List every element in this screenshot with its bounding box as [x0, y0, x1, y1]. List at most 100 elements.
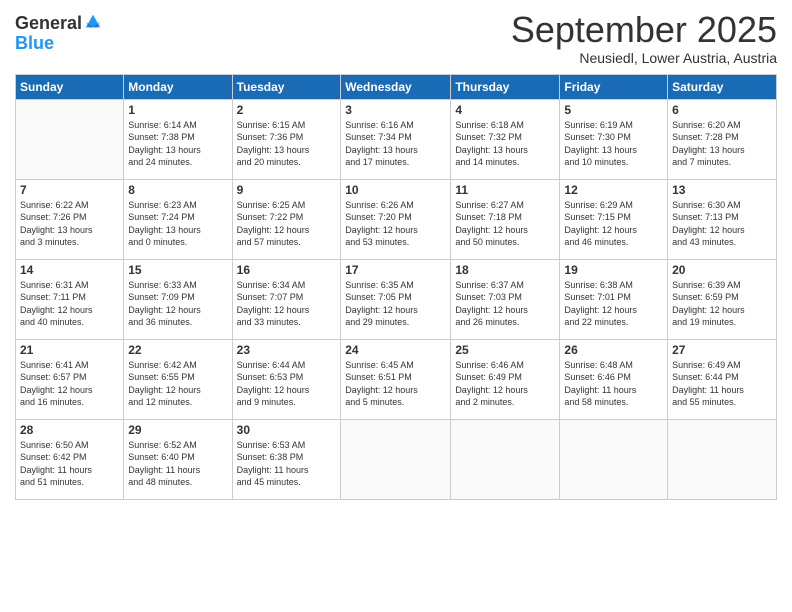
- location: Neusiedl, Lower Austria, Austria: [511, 50, 777, 66]
- month-title: September 2025: [511, 10, 777, 50]
- day-info: Sunrise: 6:26 AM Sunset: 7:20 PM Dayligh…: [345, 199, 446, 249]
- day-number: 27: [672, 343, 772, 357]
- day-info: Sunrise: 6:44 AM Sunset: 6:53 PM Dayligh…: [237, 359, 337, 409]
- day-info: Sunrise: 6:16 AM Sunset: 7:34 PM Dayligh…: [345, 119, 446, 169]
- day-number: 19: [564, 263, 663, 277]
- day-info: Sunrise: 6:15 AM Sunset: 7:36 PM Dayligh…: [237, 119, 337, 169]
- day-info: Sunrise: 6:41 AM Sunset: 6:57 PM Dayligh…: [20, 359, 119, 409]
- table-row: 8 Sunrise: 6:23 AM Sunset: 7:24 PM Daylig…: [124, 179, 232, 259]
- table-row: 1Sunrise: 6:14 AM Sunset: 7:38 PM Daylig…: [124, 99, 232, 179]
- day-number: 8: [128, 183, 227, 197]
- day-number: 9: [237, 183, 337, 197]
- day-number: 5: [564, 103, 663, 117]
- table-row: 25 Sunrise: 6:46 AM Sunset: 6:49 PM Dayli…: [451, 339, 560, 419]
- day-info: Sunrise: 6:46 AM Sunset: 6:49 PM Dayligh…: [455, 359, 555, 409]
- table-row: 4Sunrise: 6:18 AM Sunset: 7:32 PM Daylig…: [451, 99, 560, 179]
- calendar-table: Sunday Monday Tuesday Wednesday Thursday…: [15, 74, 777, 500]
- title-block: September 2025 Neusiedl, Lower Austria, …: [511, 10, 777, 66]
- table-row: [16, 99, 124, 179]
- table-row: 3Sunrise: 6:16 AM Sunset: 7:34 PM Daylig…: [341, 99, 451, 179]
- table-row: 10 Sunrise: 6:26 AM Sunset: 7:20 PM Dayli…: [341, 179, 451, 259]
- day-number: 29: [128, 423, 227, 437]
- calendar-week-row: 1Sunrise: 6:14 AM Sunset: 7:38 PM Daylig…: [16, 99, 777, 179]
- logo-blue: Blue: [15, 33, 54, 53]
- table-row: 14 Sunrise: 6:31 AM Sunset: 7:11 PM Dayli…: [16, 259, 124, 339]
- day-info: Sunrise: 6:37 AM Sunset: 7:03 PM Dayligh…: [455, 279, 555, 329]
- table-row: [341, 419, 451, 499]
- calendar-week-row: 21 Sunrise: 6:41 AM Sunset: 6:57 PM Dayli…: [16, 339, 777, 419]
- day-number: 28: [20, 423, 119, 437]
- table-row: 23 Sunrise: 6:44 AM Sunset: 6:53 PM Dayli…: [232, 339, 341, 419]
- day-info: Sunrise: 6:31 AM Sunset: 7:11 PM Dayligh…: [20, 279, 119, 329]
- day-info: Sunrise: 6:23 AM Sunset: 7:24 PM Dayligh…: [128, 199, 227, 249]
- day-number: 22: [128, 343, 227, 357]
- day-number: 21: [20, 343, 119, 357]
- day-number: 12: [564, 183, 663, 197]
- day-info: Sunrise: 6:50 AM Sunset: 6:42 PM Dayligh…: [20, 439, 119, 489]
- day-info: Sunrise: 6:20 AM Sunset: 7:28 PM Dayligh…: [672, 119, 772, 169]
- day-number: 13: [672, 183, 772, 197]
- page: General Blue September 2025 Neusiedl, Lo…: [0, 0, 792, 612]
- day-info: Sunrise: 6:53 AM Sunset: 6:38 PM Dayligh…: [237, 439, 337, 489]
- day-info: Sunrise: 6:22 AM Sunset: 7:26 PM Dayligh…: [20, 199, 119, 249]
- day-info: Sunrise: 6:18 AM Sunset: 7:32 PM Dayligh…: [455, 119, 555, 169]
- col-sunday: Sunday: [16, 74, 124, 99]
- table-row: 13 Sunrise: 6:30 AM Sunset: 7:13 PM Dayli…: [668, 179, 777, 259]
- calendar-header-row: Sunday Monday Tuesday Wednesday Thursday…: [16, 74, 777, 99]
- table-row: 17 Sunrise: 6:35 AM Sunset: 7:05 PM Dayli…: [341, 259, 451, 339]
- day-info: Sunrise: 6:25 AM Sunset: 7:22 PM Dayligh…: [237, 199, 337, 249]
- day-number: 25: [455, 343, 555, 357]
- table-row: 19Sunrise: 6:38 AM Sunset: 7:01 PM Dayli…: [560, 259, 668, 339]
- day-number: 1: [128, 103, 227, 117]
- day-info: Sunrise: 6:39 AM Sunset: 6:59 PM Dayligh…: [672, 279, 772, 329]
- day-number: 23: [237, 343, 337, 357]
- col-saturday: Saturday: [668, 74, 777, 99]
- day-info: Sunrise: 6:45 AM Sunset: 6:51 PM Dayligh…: [345, 359, 446, 409]
- day-number: 14: [20, 263, 119, 277]
- table-row: 22Sunrise: 6:42 AM Sunset: 6:55 PM Dayli…: [124, 339, 232, 419]
- table-row: 20 Sunrise: 6:39 AM Sunset: 6:59 PM Dayli…: [668, 259, 777, 339]
- table-row: [451, 419, 560, 499]
- day-info: Sunrise: 6:35 AM Sunset: 7:05 PM Dayligh…: [345, 279, 446, 329]
- table-row: 18Sunrise: 6:37 AM Sunset: 7:03 PM Dayli…: [451, 259, 560, 339]
- day-info: Sunrise: 6:49 AM Sunset: 6:44 PM Dayligh…: [672, 359, 772, 409]
- day-number: 20: [672, 263, 772, 277]
- calendar-week-row: 28 Sunrise: 6:50 AM Sunset: 6:42 PM Dayli…: [16, 419, 777, 499]
- table-row: 24 Sunrise: 6:45 AM Sunset: 6:51 PM Dayli…: [341, 339, 451, 419]
- day-number: 24: [345, 343, 446, 357]
- table-row: 29 Sunrise: 6:52 AM Sunset: 6:40 PM Dayli…: [124, 419, 232, 499]
- logo-icon: [84, 13, 102, 31]
- calendar-week-row: 14 Sunrise: 6:31 AM Sunset: 7:11 PM Dayli…: [16, 259, 777, 339]
- day-info: Sunrise: 6:29 AM Sunset: 7:15 PM Dayligh…: [564, 199, 663, 249]
- day-info: Sunrise: 6:27 AM Sunset: 7:18 PM Dayligh…: [455, 199, 555, 249]
- day-number: 10: [345, 183, 446, 197]
- header: General Blue September 2025 Neusiedl, Lo…: [15, 10, 777, 66]
- table-row: [668, 419, 777, 499]
- day-info: Sunrise: 6:52 AM Sunset: 6:40 PM Dayligh…: [128, 439, 227, 489]
- day-info: Sunrise: 6:30 AM Sunset: 7:13 PM Dayligh…: [672, 199, 772, 249]
- table-row: 7Sunrise: 6:22 AM Sunset: 7:26 PM Daylig…: [16, 179, 124, 259]
- table-row: 11 Sunrise: 6:27 AM Sunset: 7:18 PM Dayli…: [451, 179, 560, 259]
- table-row: 28 Sunrise: 6:50 AM Sunset: 6:42 PM Dayli…: [16, 419, 124, 499]
- table-row: [560, 419, 668, 499]
- day-info: Sunrise: 6:34 AM Sunset: 7:07 PM Dayligh…: [237, 279, 337, 329]
- day-number: 2: [237, 103, 337, 117]
- day-number: 6: [672, 103, 772, 117]
- day-number: 17: [345, 263, 446, 277]
- day-number: 16: [237, 263, 337, 277]
- col-wednesday: Wednesday: [341, 74, 451, 99]
- table-row: 26Sunrise: 6:48 AM Sunset: 6:46 PM Dayli…: [560, 339, 668, 419]
- col-friday: Friday: [560, 74, 668, 99]
- table-row: 12 Sunrise: 6:29 AM Sunset: 7:15 PM Dayli…: [560, 179, 668, 259]
- day-number: 15: [128, 263, 227, 277]
- day-info: Sunrise: 6:33 AM Sunset: 7:09 PM Dayligh…: [128, 279, 227, 329]
- day-number: 30: [237, 423, 337, 437]
- logo-general: General: [15, 14, 82, 34]
- col-monday: Monday: [124, 74, 232, 99]
- table-row: 27 Sunrise: 6:49 AM Sunset: 6:44 PM Dayli…: [668, 339, 777, 419]
- col-thursday: Thursday: [451, 74, 560, 99]
- table-row: 5Sunrise: 6:19 AM Sunset: 7:30 PM Daylig…: [560, 99, 668, 179]
- table-row: 30 Sunrise: 6:53 AM Sunset: 6:38 PM Dayli…: [232, 419, 341, 499]
- day-number: 11: [455, 183, 555, 197]
- calendar-week-row: 7Sunrise: 6:22 AM Sunset: 7:26 PM Daylig…: [16, 179, 777, 259]
